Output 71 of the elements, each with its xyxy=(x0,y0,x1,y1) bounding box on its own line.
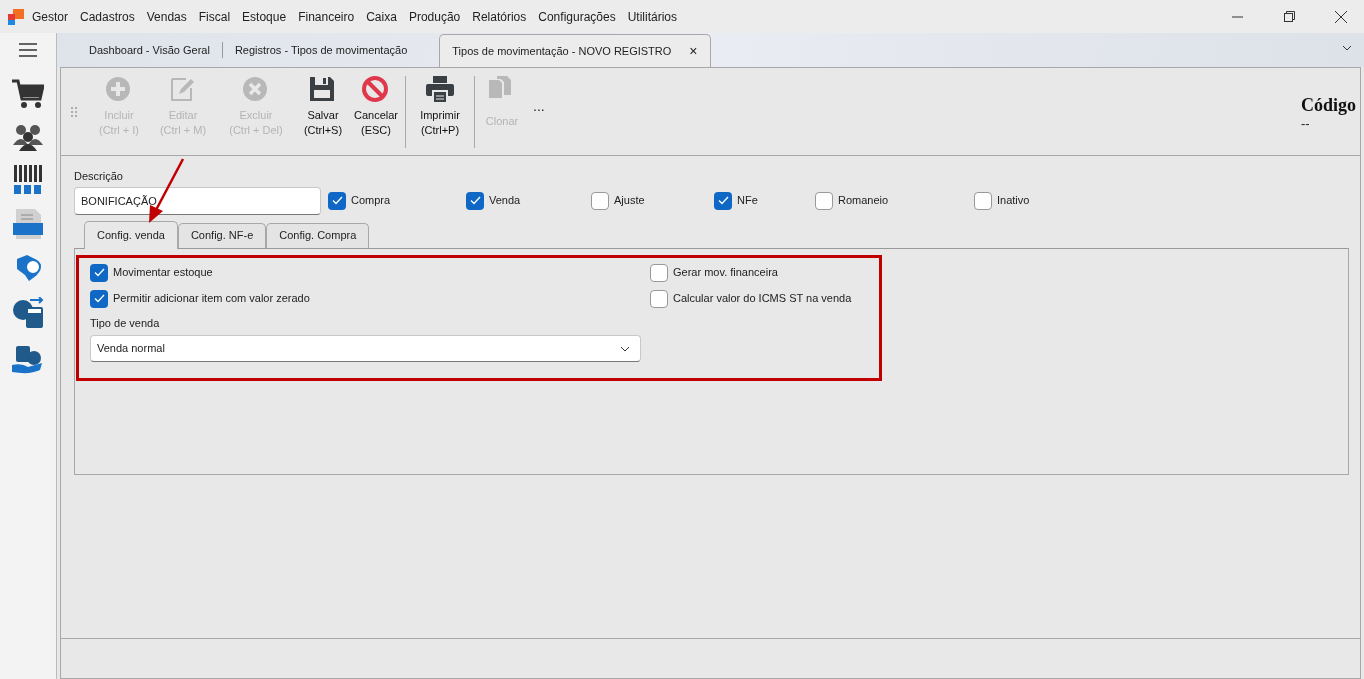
document-tab[interactable]: Registros - Tipos de movimentação xyxy=(222,34,420,67)
app-title: Gestor xyxy=(32,8,68,26)
menu-item[interactable]: Relatórios xyxy=(472,7,527,26)
calculator-icon[interactable] xyxy=(12,297,44,329)
more-button[interactable]: ... xyxy=(533,96,545,117)
checkbox[interactable] xyxy=(650,289,668,308)
settings-tab[interactable]: Config. Compra xyxy=(266,222,370,248)
field-label: Tipo de venda xyxy=(90,315,161,331)
checkbox-label: Romaneio xyxy=(838,193,889,209)
checkbox[interactable] xyxy=(650,263,668,282)
chevron-down-icon[interactable] xyxy=(1342,45,1352,51)
cart-icon[interactable] xyxy=(12,79,44,109)
chevron-down-icon xyxy=(620,345,630,352)
toolbar-button[interactable]: Salvar (Ctrl+S) xyxy=(295,71,351,152)
checkbox[interactable] xyxy=(328,191,346,210)
checkmark-icon xyxy=(717,196,729,205)
document-tab[interactable]: Dashboard - Visão Geral xyxy=(77,34,222,67)
document-tab[interactable]: Tipos de movimentação - NOVO REGISTRO × xyxy=(439,34,711,67)
checkmark-icon xyxy=(469,196,481,205)
menu-item[interactable]: Caixa xyxy=(366,7,397,26)
checkbox[interactable] xyxy=(591,191,609,210)
checkbox[interactable] xyxy=(90,263,108,282)
barcode-icon[interactable] xyxy=(13,165,43,195)
edit-icon xyxy=(169,75,197,104)
checkbox-label: Ajuste xyxy=(614,193,645,209)
menu-item[interactable]: Produção xyxy=(408,7,461,26)
checkbox-label: Permitir adicionar item com valor zerado xyxy=(113,291,310,307)
toolbar-button[interactable]: Cancelar (ESC) xyxy=(351,71,401,152)
menu-item[interactable]: Configurações xyxy=(538,7,616,26)
checkbox-label: Inativo xyxy=(997,193,1030,209)
checkmark-icon xyxy=(93,294,105,303)
checkbox-label: Venda xyxy=(489,193,521,209)
printer-icon xyxy=(426,75,454,104)
menu-icon[interactable] xyxy=(19,43,37,57)
plus-circle-icon xyxy=(105,75,133,104)
prohibited-icon xyxy=(362,75,390,104)
restore-icon[interactable] xyxy=(1283,11,1295,22)
checkmark-icon xyxy=(93,268,105,277)
checkbox-label: Compra xyxy=(351,193,391,209)
menu-item[interactable]: Financeiro xyxy=(298,7,355,26)
menu-item[interactable]: Fiscal xyxy=(198,7,231,26)
close-tab-button[interactable]: × xyxy=(689,40,698,62)
close-icon[interactable] xyxy=(1335,10,1347,23)
checkbox-label: Movimentar estoque xyxy=(113,265,213,281)
menu-item[interactable]: Vendas xyxy=(146,7,187,26)
people-icon[interactable] xyxy=(13,123,43,151)
code-value: -- xyxy=(1301,119,1311,129)
description-field[interactable]: BONIFICAÇÃO xyxy=(74,186,321,215)
checkbox[interactable] xyxy=(90,289,108,308)
drag-handle-icon[interactable] xyxy=(71,106,77,117)
money-hand-icon[interactable] xyxy=(12,343,44,375)
checkbox-label: Gerar mov. financeira xyxy=(673,265,778,281)
sale-type-dropdown[interactable]: Venda normal xyxy=(90,335,641,362)
menu-item[interactable]: Cadastros xyxy=(80,7,135,26)
checkbox-label: NFe xyxy=(737,193,758,209)
checkbox[interactable] xyxy=(466,191,484,210)
menu-item[interactable]: Utilitários xyxy=(627,7,677,26)
toolbar-button[interactable]: Imprimir (Ctrl+P) xyxy=(410,71,470,152)
checkbox[interactable] xyxy=(974,191,992,210)
field-label: Descrição xyxy=(74,169,124,184)
code-label: Código xyxy=(1301,94,1356,117)
menu-item[interactable]: Estoque xyxy=(242,7,287,26)
app-logo-icon xyxy=(8,8,24,25)
x-circle-icon xyxy=(242,75,270,104)
checkbox-label: Calcular valor do ICMS ST na venda xyxy=(673,291,852,307)
settings-tab[interactable]: Config. NF-e xyxy=(177,222,267,248)
document-icon[interactable] xyxy=(13,209,43,239)
checkmark-icon xyxy=(331,196,343,205)
settings-tab[interactable]: Config. venda xyxy=(84,220,178,249)
checkbox[interactable] xyxy=(815,191,833,210)
checkbox[interactable] xyxy=(714,191,732,210)
